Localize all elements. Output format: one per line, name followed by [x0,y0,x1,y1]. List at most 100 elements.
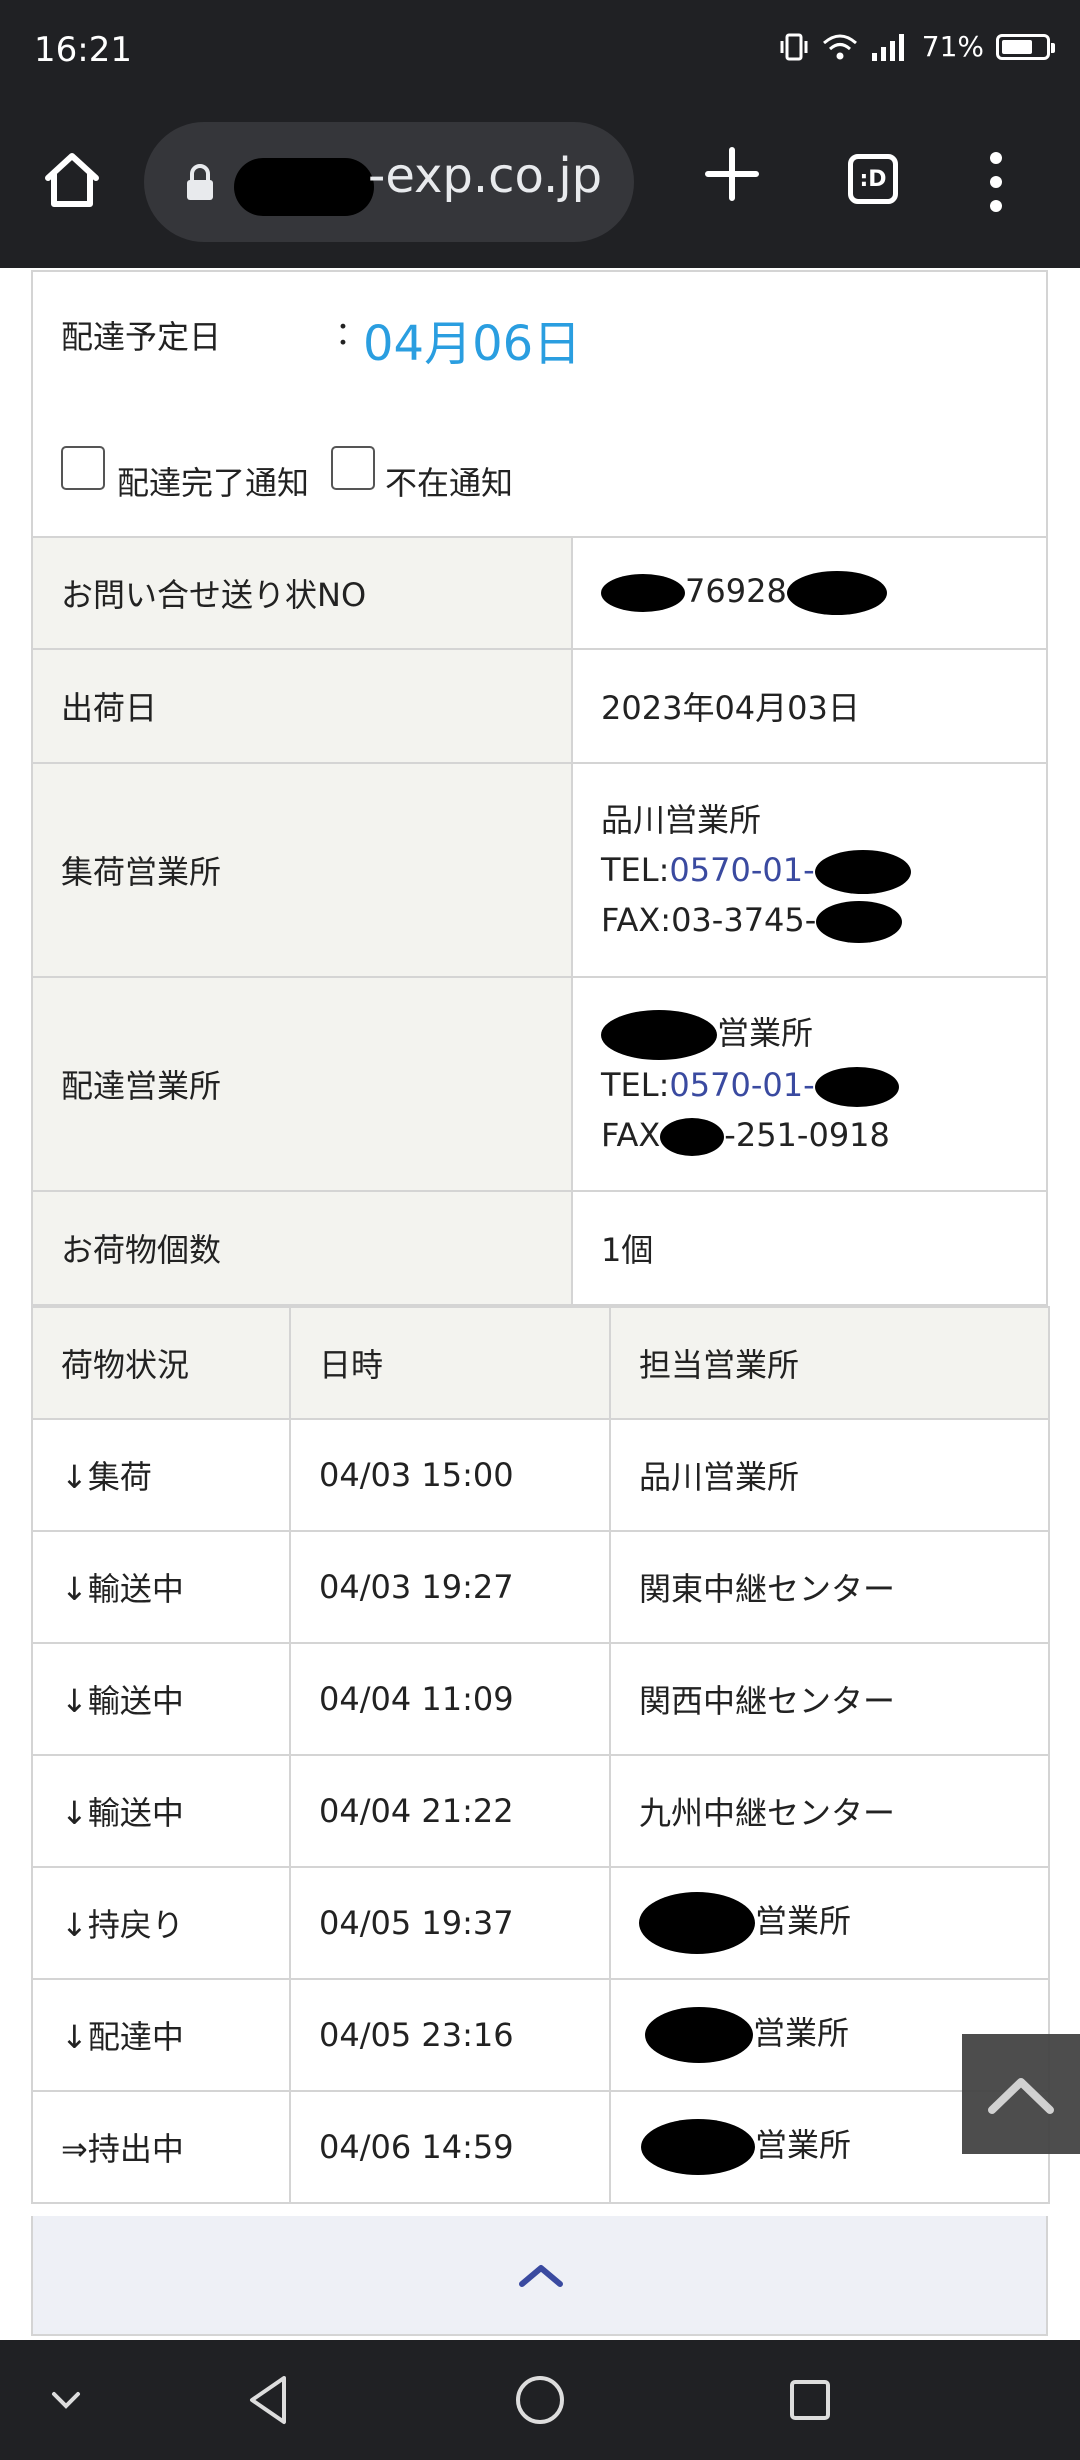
history-office: 関西中継センター [609,1642,1050,1756]
table-row: ↓持戻り 04/05 19:37 営業所 [31,1866,1050,1980]
signal-icon [871,33,904,61]
tabs-icon[interactable]: :D [848,154,898,204]
delivery-date-label: 配達予定日 [61,318,222,356]
notify-row: 配達完了通知 不在通知 [31,396,1048,538]
vibrate-icon [780,33,808,60]
history-office-cell: 営業所 [609,1866,1050,1980]
table-row: ↓配達中 04/05 23:16 営業所 [31,1978,1050,2092]
complete-notify-checkbox[interactable] [61,446,105,490]
tracking-value: 76928 [685,572,787,610]
chevron-up-icon [988,2078,1054,2114]
table-row: 配達営業所 営業所 TEL:0570-01- FAX -251-0918 [31,976,1048,1192]
home-icon[interactable] [40,148,104,212]
lock-icon [187,164,213,200]
chevron-up-icon [519,2265,563,2287]
table-row: ↓輸送中 04/04 21:22 九州中継センター [31,1754,1050,1868]
table-row: 出荷日 2023年04月03日 [31,648,1048,764]
absent-notify-label: 不在通知 [385,464,514,502]
delivery-tel-prefix: TEL: [601,1066,670,1104]
header-status: 荷物状況 [31,1306,291,1420]
pickup-fax: FAX:03-3745- [601,895,1018,945]
redaction [814,850,911,894]
browser-toolbar: -exp.co.jp :D [0,100,1080,268]
tabs-label: :D [859,166,887,192]
history-datetime: 04/03 15:00 [289,1418,611,1532]
complete-notify-label: 配達完了通知 [117,464,310,502]
table-row: ↓集荷 04/03 15:00 品川営業所 [31,1418,1050,1532]
redaction [660,1118,725,1156]
wifi-icon [822,34,857,59]
history-status: ↓集荷 [31,1418,291,1532]
tracking-label: お問い合せ送り状NO [31,536,573,650]
tracking-value-cell: 76928 [571,536,1048,650]
delivery-fax-prefix: FAX [601,1116,661,1154]
history-datetime: 04/05 19:37 [289,1866,611,1980]
table-row: お荷物個数 1個 [31,1190,1048,1306]
system-nav-bar [0,2340,1080,2460]
header-office: 担当営業所 [609,1306,1050,1420]
pickup-tel-link[interactable]: 0570-01- [669,851,814,889]
delivery-fax-suffix: -251-0918 [724,1116,890,1154]
pickup-office-label: 集荷営業所 [31,762,573,978]
ship-date-label: 出荷日 [31,648,573,764]
battery-percent: 71% [921,30,984,63]
ship-date-value: 2023年04月03日 [571,648,1048,764]
history-header-row: 荷物状況 日時 担当営業所 [31,1306,1050,1420]
history-datetime: 04/04 11:09 [289,1642,611,1756]
history-status: ↓輸送中 [31,1642,291,1756]
history-office: 関東中継センター [609,1530,1050,1644]
chevron-down-icon[interactable] [48,2388,84,2412]
pickup-office-cell: 品川営業所 TEL:0570-01- FAX:03-3745- [571,762,1048,978]
tracking-history-table: 荷物状況 日時 担当営業所 ↓集荷 04/03 15:00 品川営業所 ↓輸送中… [31,1306,1050,2204]
delivery-office-name: 営業所 [717,1014,814,1052]
delivery-date-row: 配達予定日 ： 04月06日 [31,270,1048,398]
pickup-office-name: 品川営業所 [601,801,762,839]
delivery-tel-link[interactable]: 0570-01- [669,1066,814,1104]
delivery-date-value: 04月06日 [363,316,582,372]
header-datetime: 日時 [289,1306,611,1420]
battery-icon [996,33,1055,60]
more-vert-icon[interactable] [978,152,1014,212]
table-row: ↓輸送中 04/04 11:09 関西中継センター [31,1642,1050,1756]
shipment-info-table: お問い合せ送り状NO 76928 出荷日 2023年04月03日 集荷営業所 品… [31,536,1048,1306]
url-redaction [234,158,374,216]
url-bar[interactable]: -exp.co.jp [144,122,634,242]
redaction [601,574,685,612]
redaction [786,571,887,615]
status-bar: 16:21 71% [0,0,1080,100]
history-datetime: 04/05 23:16 [289,1978,611,2092]
url-text: -exp.co.jp [368,148,603,204]
scroll-top-button[interactable] [962,2034,1080,2154]
redaction [814,1067,899,1107]
recents-nav-icon[interactable] [786,2376,834,2424]
redaction [639,1892,755,1954]
redaction [645,2007,753,2063]
page-top-button[interactable] [31,2216,1048,2336]
back-nav-icon[interactable] [244,2372,292,2428]
redaction [816,901,903,943]
delivery-office-cell: 営業所 TEL:0570-01- FAX -251-0918 [571,976,1048,1192]
plus-icon[interactable] [700,142,764,206]
history-status: ↓配達中 [31,1978,291,2092]
history-status: ↓輸送中 [31,1530,291,1644]
absent-notify-checkbox[interactable] [331,446,375,490]
redaction [601,1010,717,1060]
delivery-tel: TEL:0570-01- [601,1060,1018,1110]
table-row: ↓輸送中 04/03 19:27 関東中継センター [31,1530,1050,1644]
history-status: ↓持戻り [31,1866,291,1980]
pickup-tel: TEL:0570-01- [601,845,1018,895]
status-time: 16:21 [34,30,132,70]
pieces-label: お荷物個数 [31,1190,573,1306]
pickup-tel-prefix: TEL: [601,851,670,889]
history-office: 九州中継センター [609,1754,1050,1868]
history-datetime: 04/03 19:27 [289,1530,611,1644]
history-office: 営業所 [755,2126,852,2164]
battery-tip [1051,42,1055,53]
history-office: 品川営業所 [609,1418,1050,1532]
home-nav-icon[interactable] [512,2372,568,2428]
delivery-office-name-line: 営業所 [601,1008,1018,1060]
pickup-fax-text: FAX:03-3745- [601,901,817,939]
history-office: 営業所 [755,1902,852,1940]
battery-fill [1002,39,1032,54]
history-office: 営業所 [753,2014,850,2052]
